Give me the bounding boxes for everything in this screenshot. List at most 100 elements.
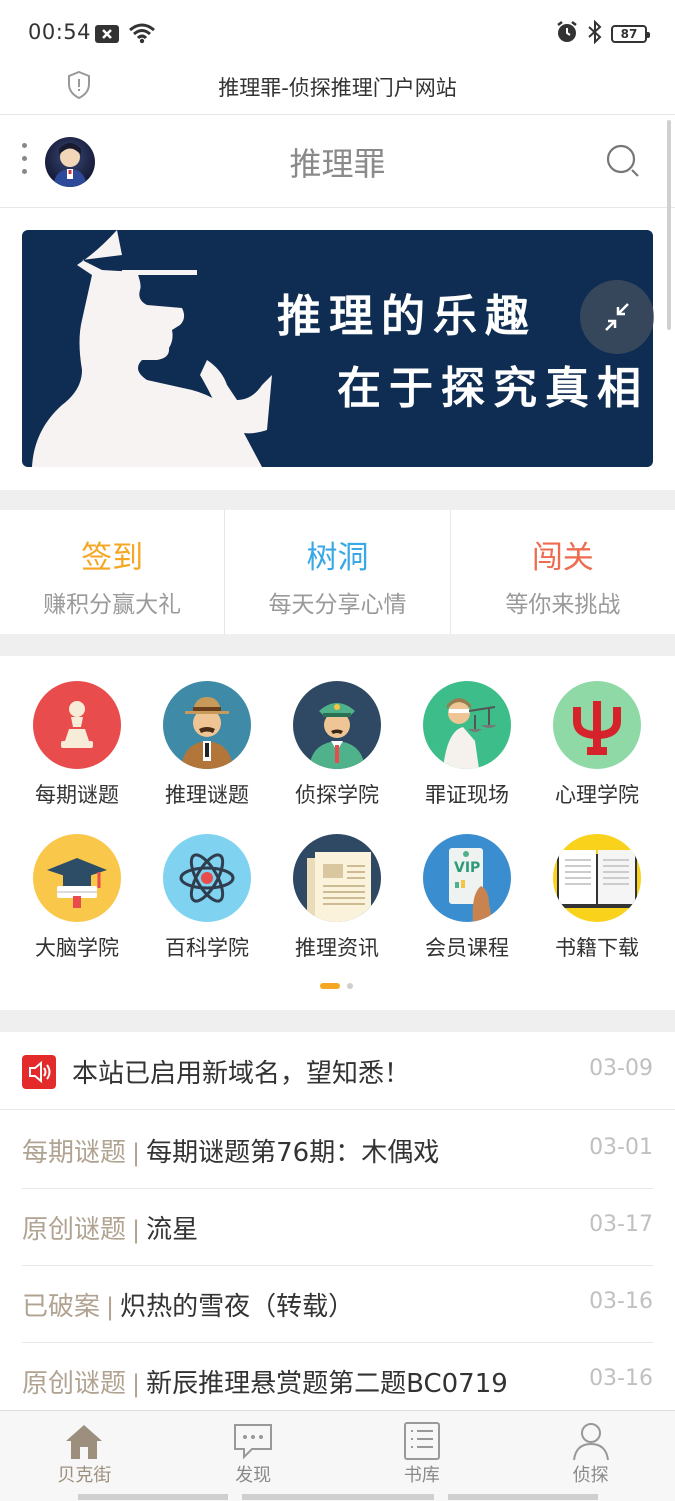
alarm-icon xyxy=(555,20,579,48)
section-divider xyxy=(0,490,675,510)
news-date: 03-16 xyxy=(589,1289,653,1314)
news-separator: | xyxy=(132,1216,141,1244)
news-category[interactable]: 原创谜题 xyxy=(22,1369,126,1399)
site-name: 推理罪 xyxy=(289,145,386,183)
graduation-cap-icon xyxy=(33,834,121,922)
vip-card-icon: VIP xyxy=(423,834,511,922)
house-icon xyxy=(63,1421,105,1465)
announcement-text: 本站已启用新域名，望知悉！ xyxy=(72,1059,411,1089)
status-right: 87 xyxy=(555,19,650,48)
user-icon xyxy=(570,1421,612,1465)
speaker-icon xyxy=(22,1055,56,1093)
category-label: 书籍下载 xyxy=(555,936,639,960)
battery-indicator: 87 xyxy=(611,25,650,43)
news-title[interactable]: 炽热的雪夜（转载） xyxy=(120,1292,354,1322)
book-list-icon xyxy=(401,1421,443,1465)
banner-line-1: 推理的乐趣 xyxy=(277,291,537,342)
hero-banner[interactable]: 推理的乐趣 在于探究真相 xyxy=(22,230,653,467)
nav-label: 书库 xyxy=(403,1465,440,1486)
nav-detective[interactable]: 侦探 xyxy=(506,1411,675,1501)
list-item[interactable]: 已破案 | 炽热的雪夜（转载） 03-16 xyxy=(0,1266,675,1343)
page-title: 推理罪-侦探推理门户网站 xyxy=(218,76,457,100)
quick-action-title: 树洞 xyxy=(306,540,369,576)
newspaper-icon xyxy=(293,834,381,922)
news-category[interactable]: 每期谜题 xyxy=(22,1138,126,1168)
news-date: 03-17 xyxy=(589,1212,653,1237)
news-title[interactable]: 每期谜题第76期：木偶戏 xyxy=(146,1138,439,1168)
news-separator: | xyxy=(106,1293,115,1321)
collapse-arrows-icon xyxy=(605,303,629,331)
svg-text:VIP: VIP xyxy=(454,860,480,876)
banner-line-2: 在于探究真相 xyxy=(337,363,649,414)
news-category[interactable]: 已破案 xyxy=(22,1292,100,1322)
status-time: 00:54 xyxy=(28,20,92,44)
search-icon[interactable] xyxy=(605,143,645,183)
news-title[interactable]: 新辰推理悬赏题第二题BC0719 xyxy=(146,1369,508,1399)
news-separator: | xyxy=(132,1370,141,1398)
quick-action-checkin[interactable]: 签到 赚积分赢大礼 xyxy=(0,510,226,634)
list-item[interactable]: 原创谜题 | 流星 03-17 xyxy=(0,1189,675,1266)
officer-icon xyxy=(293,681,381,769)
collapse-button[interactable] xyxy=(580,280,654,354)
scrollbar[interactable] xyxy=(667,120,671,330)
nav-label: 发现 xyxy=(235,1465,272,1486)
chat-bubble-icon xyxy=(232,1421,274,1465)
browser-title-bar: 推理罪-侦探推理门户网站 xyxy=(0,66,675,115)
category-reasoning-puzzle[interactable]: 推理谜题 xyxy=(142,681,272,809)
nav-label: 贝克街 xyxy=(57,1465,112,1486)
list-item[interactable]: 原创谜题 | 新辰推理悬赏题第二题BC0719 03-16 xyxy=(0,1343,675,1419)
category-label: 罪证现场 xyxy=(425,783,509,807)
bluetooth-icon xyxy=(587,19,603,48)
detective-silhouette-image xyxy=(32,230,272,467)
detective-icon xyxy=(163,681,251,769)
justice-icon xyxy=(423,681,511,769)
category-label: 推理谜题 xyxy=(165,783,249,807)
category-label: 每期谜题 xyxy=(35,783,119,807)
quick-action-title: 签到 xyxy=(81,540,144,576)
category-encyclopedia[interactable]: 百科学院 xyxy=(142,834,272,962)
category-label: 会员课程 xyxy=(425,936,509,960)
book-icon xyxy=(553,834,641,922)
atom-icon xyxy=(163,834,251,922)
category-psychology[interactable]: 心理学院 xyxy=(532,681,662,809)
list-item[interactable]: 每期谜题 | 每期谜题第76期：木偶戏 03-01 xyxy=(0,1112,675,1189)
quick-action-title: 闯关 xyxy=(531,540,594,576)
psi-icon xyxy=(553,681,641,769)
notification-icon xyxy=(94,24,120,48)
news-title[interactable]: 流星 xyxy=(146,1215,198,1245)
category-label: 侦探学院 xyxy=(295,783,379,807)
quick-actions: 签到 赚积分赢大礼 树洞 每天分享心情 闯关 等你来挑战 xyxy=(0,510,675,634)
category-weekly-puzzle[interactable]: 每期谜题 xyxy=(12,681,142,809)
nav-discover[interactable]: 发现 xyxy=(169,1411,338,1501)
site-header: 推理罪 xyxy=(0,115,675,208)
news-date: 03-16 xyxy=(589,1366,653,1391)
category-label: 大脑学院 xyxy=(35,936,119,960)
quick-action-subtitle: 赚积分赢大礼 xyxy=(43,592,182,618)
category-news[interactable]: 推理资讯 xyxy=(272,834,402,962)
category-label: 百科学院 xyxy=(165,936,249,960)
quick-action-subtitle: 每天分享心情 xyxy=(268,592,407,618)
category-grid: 每期谜题 推理谜题 侦探学院 罪证现场 心理学院 大脑学院 百科学院 推理资讯 … xyxy=(0,657,675,1010)
announcement-date: 03-09 xyxy=(589,1056,653,1081)
page-indicator xyxy=(320,983,353,989)
category-crime-scene[interactable]: 罪证现场 xyxy=(402,681,532,809)
nav-library[interactable]: 书库 xyxy=(338,1411,507,1501)
section-divider xyxy=(0,634,675,656)
wifi-icon xyxy=(128,22,156,48)
news-category[interactable]: 原创谜题 xyxy=(22,1215,126,1245)
bottom-navigation: 贝克街 发现 书库 侦探 xyxy=(0,1410,675,1501)
announcement[interactable]: 本站已启用新域名，望知悉！ 03-09 xyxy=(0,1033,675,1110)
nav-baker-street[interactable]: 贝克街 xyxy=(0,1411,169,1501)
quick-action-challenge[interactable]: 闯关 等你来挑战 xyxy=(451,510,675,634)
category-member-course[interactable]: VIP 会员课程 xyxy=(402,834,532,962)
section-divider xyxy=(0,1010,675,1032)
category-label: 心理学院 xyxy=(555,783,639,807)
news-date: 03-01 xyxy=(589,1135,653,1160)
category-book-download[interactable]: 书籍下载 xyxy=(532,834,662,962)
quick-action-treehole[interactable]: 树洞 每天分享心情 xyxy=(225,510,451,634)
category-detective-academy[interactable]: 侦探学院 xyxy=(272,681,402,809)
category-brain-academy[interactable]: 大脑学院 xyxy=(12,834,142,962)
status-bar: 00:54 87 xyxy=(0,0,675,66)
nav-label: 侦探 xyxy=(572,1465,609,1486)
category-label: 推理资讯 xyxy=(295,936,379,960)
